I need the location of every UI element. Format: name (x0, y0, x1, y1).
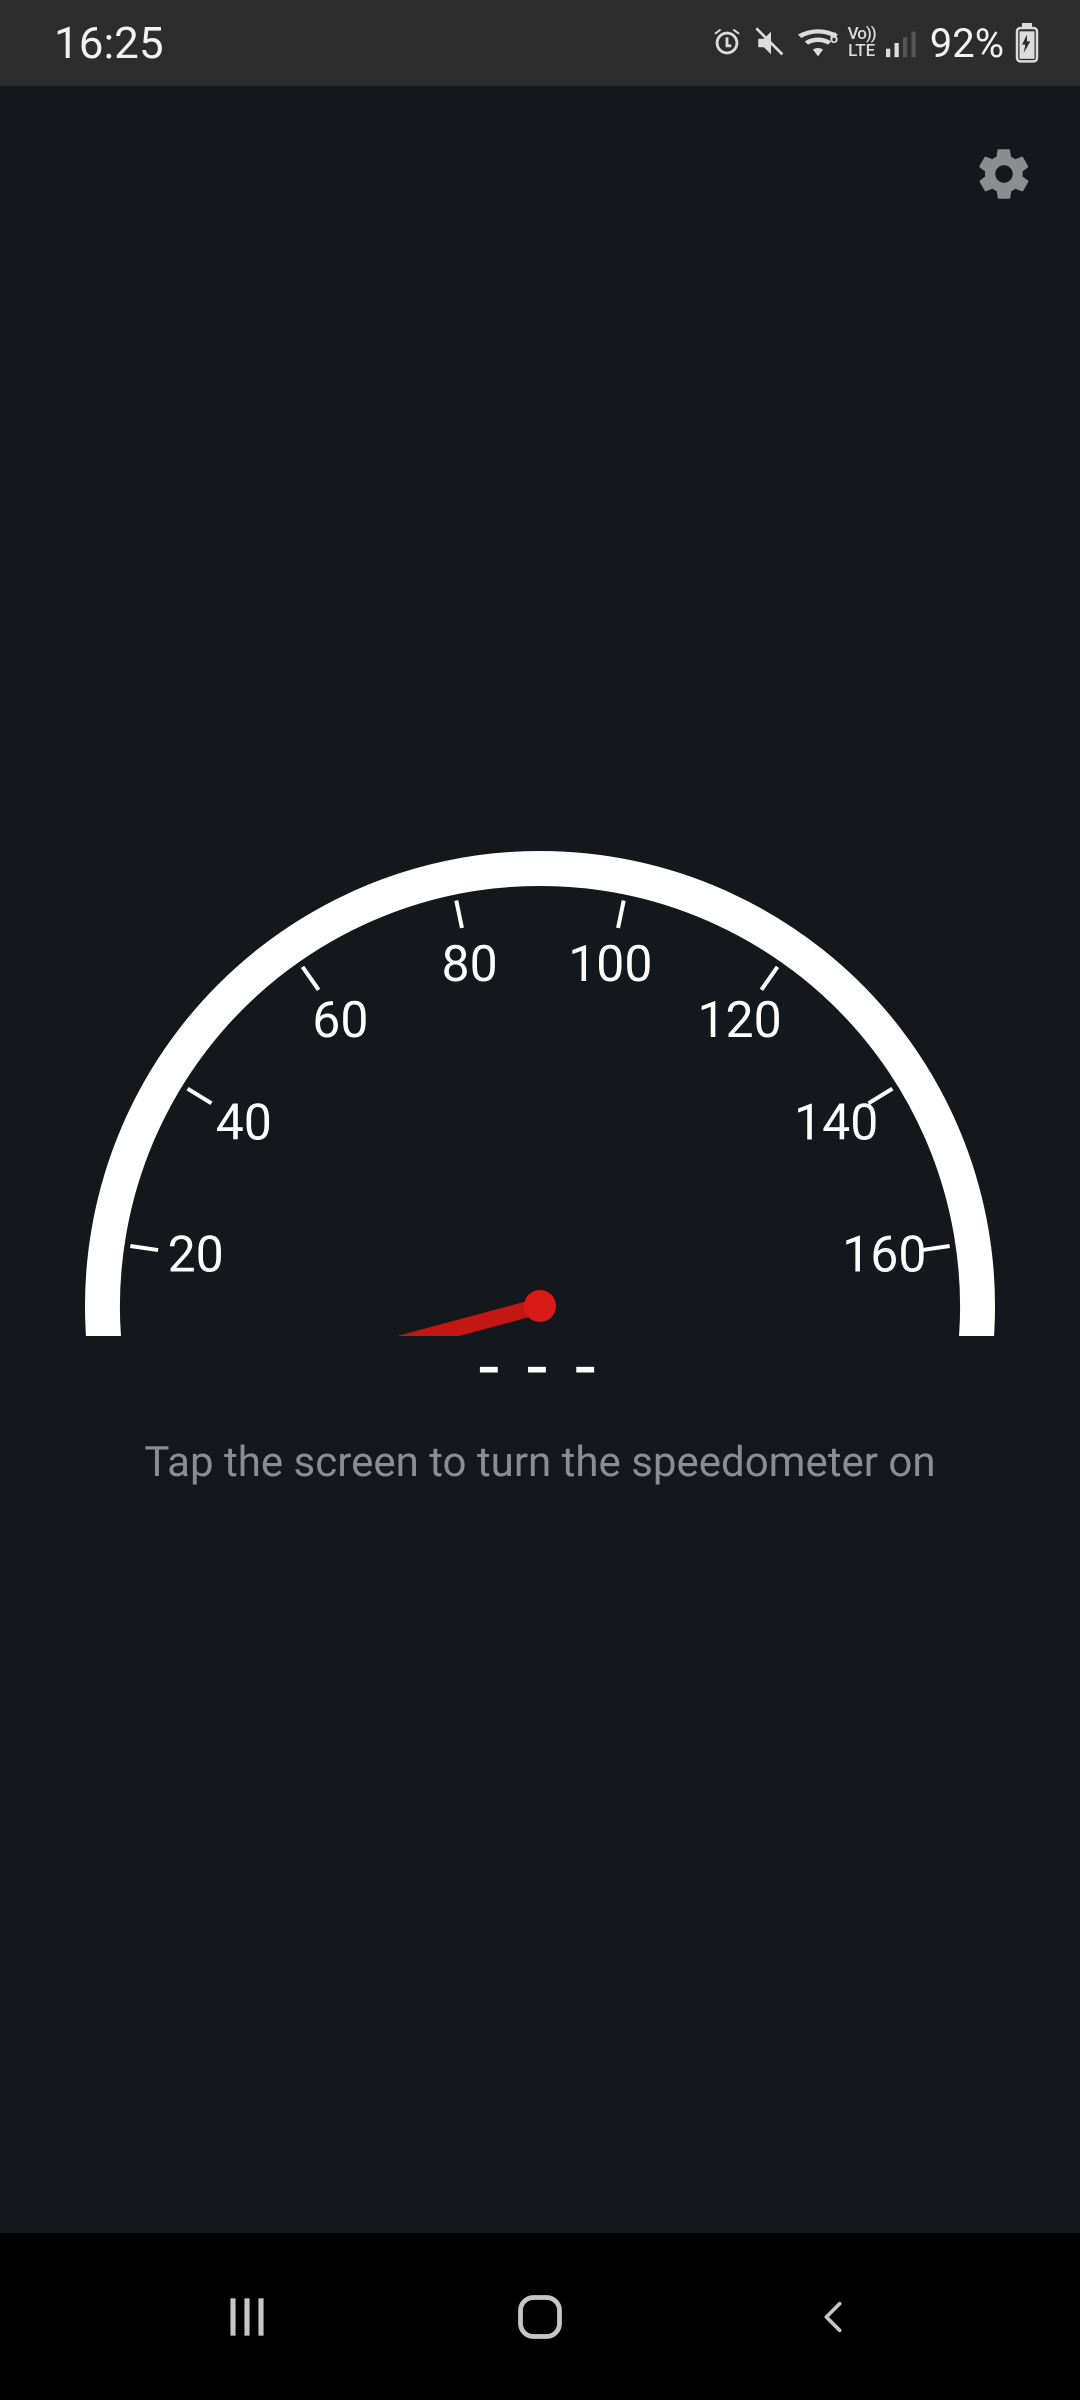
gauge-tick-label: 120 (697, 992, 781, 1050)
wifi-icon: 6 (798, 26, 838, 60)
gauge-tick-label: 100 (568, 936, 652, 994)
alarm-icon (710, 26, 744, 60)
battery-percentage: 92% (930, 20, 1004, 67)
navigation-bar (0, 2233, 1080, 2400)
speed-readout: --- (0, 1324, 1080, 1406)
gauge-tick-label: 40 (216, 1094, 272, 1152)
main-content[interactable]: 020406080100120140160180 --- Tap the scr… (0, 86, 1080, 2233)
gauge-tick-label: 160 (842, 1227, 926, 1285)
battery-charging-icon (1014, 23, 1040, 63)
back-icon (813, 2289, 853, 2345)
svg-text:6: 6 (829, 29, 837, 47)
back-button[interactable] (793, 2287, 873, 2347)
gauge-tick-label: 80 (442, 936, 498, 994)
recent-apps-icon (219, 2289, 275, 2345)
speedometer-gauge: 020406080100120140160180 (60, 696, 1020, 1336)
settings-button[interactable] (968, 138, 1040, 210)
mute-icon (754, 26, 788, 60)
status-bar: 16:25 6 Vo))LTE 92% (0, 0, 1080, 86)
gauge-tick-label: 140 (794, 1094, 878, 1152)
home-button[interactable] (500, 2287, 580, 2347)
gauge-tick-label: 60 (312, 992, 368, 1050)
hint-text: Tap the screen to turn the speedometer o… (0, 1438, 1080, 1487)
status-right: 6 Vo))LTE 92% (710, 20, 1040, 67)
volte-icon: Vo))LTE (848, 26, 876, 60)
status-time: 16:25 (54, 17, 164, 69)
home-icon (514, 2291, 566, 2343)
recent-apps-button[interactable] (207, 2287, 287, 2347)
signal-icon (886, 28, 920, 58)
gauge-tick-label: 20 (168, 1227, 224, 1285)
gear-icon (974, 144, 1034, 204)
